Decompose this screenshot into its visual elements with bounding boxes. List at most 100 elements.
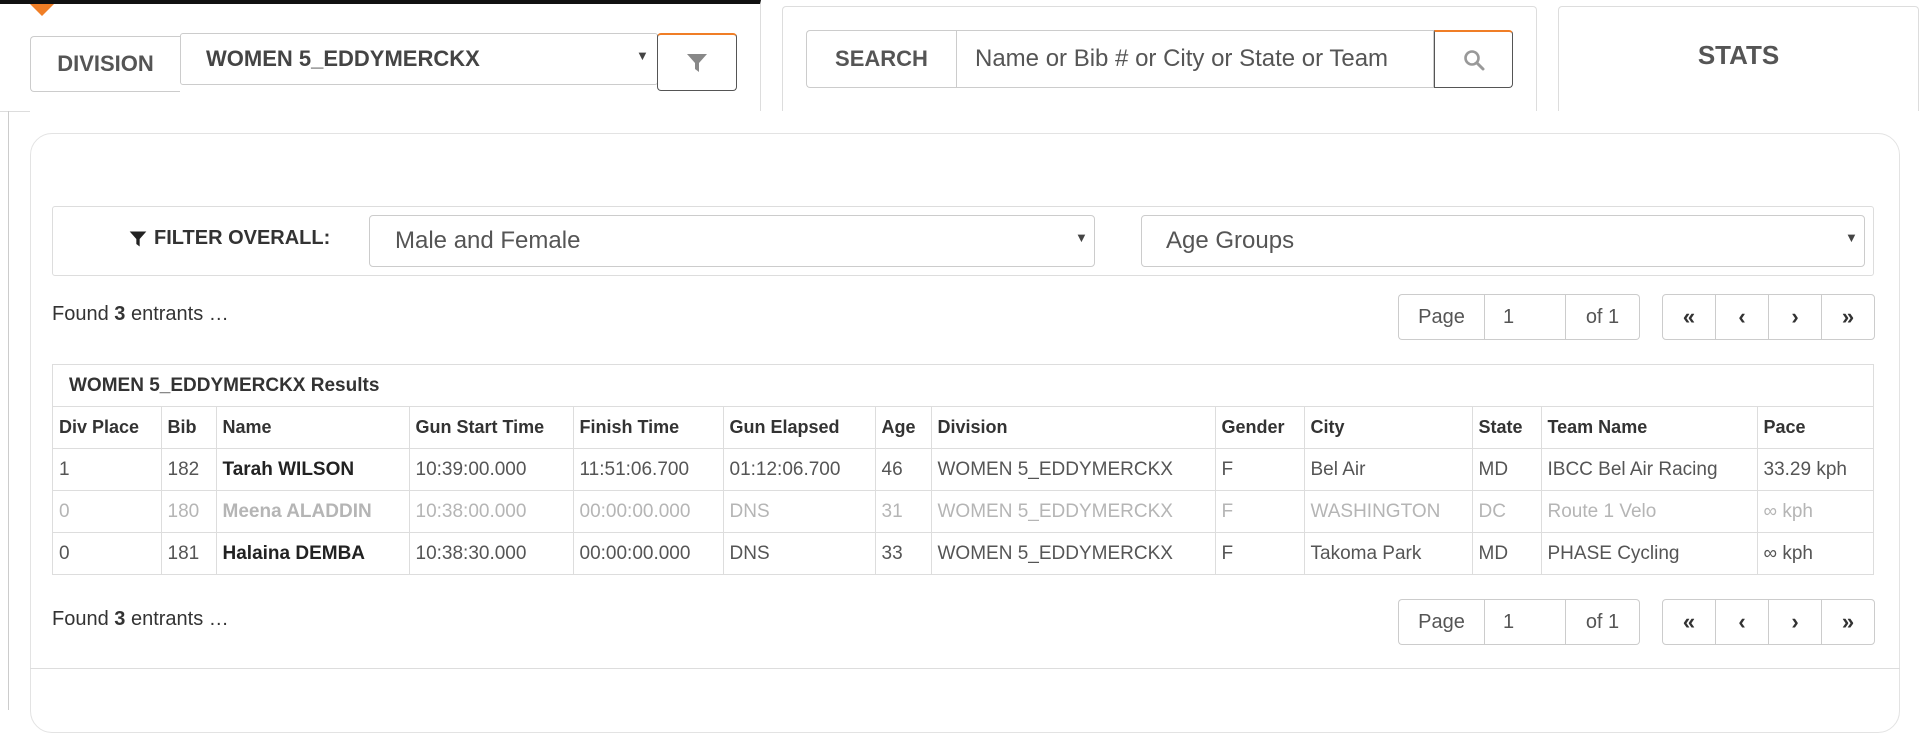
- cell-state: DC: [1472, 490, 1542, 533]
- active-tab-marker: [30, 4, 54, 16]
- found-count-bottom: Found 3 entrants …: [52, 608, 229, 630]
- filter-icon: [129, 231, 147, 246]
- col-gun-start[interactable]: Gun Start Time: [409, 407, 574, 449]
- first-page-button[interactable]: «: [1662, 294, 1716, 340]
- cell-team: IBCC Bel Air Racing: [1541, 448, 1758, 491]
- cell-team: Route 1 Velo: [1541, 490, 1758, 533]
- cell-name[interactable]: Meena ALADDIN: [216, 490, 410, 533]
- page-input[interactable]: 1: [1484, 599, 1566, 645]
- chevron-right-icon: ›: [1791, 609, 1799, 634]
- chevron-down-icon: ▼: [636, 48, 649, 63]
- table-row[interactable]: 0 180 Meena ALADDIN 10:38:00.000 00:00:0…: [53, 490, 1873, 533]
- cell-finish: 11:51:06.700: [573, 448, 724, 491]
- table-row[interactable]: 1 182 Tarah WILSON 10:39:00.000 11:51:06…: [53, 448, 1873, 491]
- col-gun-elapsed[interactable]: Gun Elapsed: [723, 407, 876, 449]
- division-select[interactable]: WOMEN 5_EDDYMERCKX: [180, 33, 658, 85]
- page-total: of 1: [1566, 599, 1640, 645]
- col-state[interactable]: State: [1472, 407, 1542, 449]
- search-input[interactable]: Name or Bib # or City or State or Team: [956, 30, 1434, 88]
- cell-bib: 181: [161, 532, 217, 574]
- cell-bib: 182: [161, 448, 217, 491]
- age-group-select[interactable]: Age Groups: [1141, 215, 1865, 267]
- search-button[interactable]: [1434, 30, 1513, 88]
- cell-elapsed: 01:12:06.700: [723, 448, 876, 491]
- prev-page-button[interactable]: ‹: [1715, 294, 1769, 340]
- cell-elapsed: DNS: [723, 532, 876, 574]
- cell-place: 0: [53, 490, 162, 533]
- filter-overall-text: FILTER OVERALL:: [154, 227, 331, 249]
- next-page-button[interactable]: ›: [1768, 294, 1822, 340]
- results-table: WOMEN 5_EDDYMERCKX Results Div Place Bib…: [52, 364, 1874, 575]
- chevron-right-icon: ›: [1791, 304, 1799, 329]
- cell-division: WOMEN 5_EDDYMERCKX: [931, 448, 1216, 491]
- stats-tab-label[interactable]: STATS: [1558, 40, 1919, 71]
- search-icon: [1463, 49, 1484, 70]
- double-chevron-right-icon: »: [1841, 609, 1855, 634]
- tab-divider: [0, 111, 30, 112]
- bottom-divider: [30, 668, 1900, 669]
- page-input[interactable]: 1: [1484, 294, 1566, 340]
- prev-page-button[interactable]: ‹: [1715, 599, 1769, 645]
- cell-age: 46: [875, 448, 932, 491]
- cell-finish: 00:00:00.000: [573, 490, 724, 533]
- cell-name[interactable]: Halaina DEMBA: [216, 532, 410, 574]
- cell-bib: 180: [161, 490, 217, 533]
- chevron-down-icon: ▼: [1075, 230, 1088, 245]
- col-division[interactable]: Division: [931, 407, 1216, 449]
- cell-pace: ∞ kph: [1757, 490, 1873, 533]
- double-chevron-left-icon: «: [1682, 304, 1696, 329]
- double-chevron-left-icon: «: [1682, 609, 1696, 634]
- division-filter-button[interactable]: [657, 33, 737, 91]
- cell-gender: F: [1215, 532, 1305, 574]
- last-page-button[interactable]: »: [1821, 599, 1875, 645]
- cell-division: WOMEN 5_EDDYMERCKX: [931, 532, 1216, 574]
- found-count-top: Found 3 entrants …: [52, 303, 229, 325]
- cell-place: 0: [53, 532, 162, 574]
- search-label: SEARCH: [806, 30, 956, 88]
- col-age[interactable]: Age: [875, 407, 932, 449]
- cell-city: WASHINGTON: [1304, 490, 1473, 533]
- chevron-left-icon: ‹: [1738, 304, 1746, 329]
- cell-name[interactable]: Tarah WILSON: [216, 448, 410, 491]
- chevron-down-icon: ▼: [1845, 230, 1858, 245]
- cell-start: 10:39:00.000: [409, 448, 574, 491]
- cell-state: MD: [1472, 532, 1542, 574]
- cell-place: 1: [53, 448, 162, 491]
- cell-gender: F: [1215, 448, 1305, 491]
- first-page-button[interactable]: «: [1662, 599, 1716, 645]
- cell-city: Takoma Park: [1304, 532, 1473, 574]
- last-page-button[interactable]: »: [1821, 294, 1875, 340]
- double-chevron-right-icon: »: [1841, 304, 1855, 329]
- col-name[interactable]: Name: [216, 407, 410, 449]
- chevron-left-icon: ‹: [1738, 609, 1746, 634]
- col-div-place[interactable]: Div Place: [53, 407, 162, 449]
- col-city[interactable]: City: [1304, 407, 1473, 449]
- cell-age: 33: [875, 532, 932, 574]
- col-gender[interactable]: Gender: [1215, 407, 1305, 449]
- col-finish[interactable]: Finish Time: [573, 407, 724, 449]
- filter-overall-label: FILTER OVERALL:: [128, 227, 330, 250]
- cell-age: 31: [875, 490, 932, 533]
- gender-select[interactable]: Male and Female: [369, 215, 1095, 267]
- cell-elapsed: DNS: [723, 490, 876, 533]
- cell-gender: F: [1215, 490, 1305, 533]
- results-grid: Div Place Bib Name Gun Start Time Finish…: [53, 407, 1873, 574]
- cell-city: Bel Air: [1304, 448, 1473, 491]
- next-page-button[interactable]: ›: [1768, 599, 1822, 645]
- results-title: WOMEN 5_EDDYMERCKX Results: [53, 365, 1873, 407]
- col-pace[interactable]: Pace: [1757, 407, 1873, 449]
- table-row[interactable]: 0 181 Halaina DEMBA 10:38:30.000 00:00:0…: [53, 532, 1873, 574]
- page-label: Page: [1398, 599, 1484, 645]
- cell-state: MD: [1472, 448, 1542, 491]
- col-team[interactable]: Team Name: [1541, 407, 1758, 449]
- filter-icon: [687, 53, 707, 72]
- page-label: Page: [1398, 294, 1484, 340]
- left-rail: [8, 111, 9, 710]
- cell-pace: ∞ kph: [1763, 542, 1813, 564]
- page-total: of 1: [1566, 294, 1640, 340]
- cell-pace: 33.29 kph: [1757, 448, 1873, 491]
- cell-start: 10:38:30.000: [409, 532, 574, 574]
- cell-team: PHASE Cycling: [1541, 532, 1758, 574]
- col-bib[interactable]: Bib: [161, 407, 217, 449]
- cell-division: WOMEN 5_EDDYMERCKX: [931, 490, 1216, 533]
